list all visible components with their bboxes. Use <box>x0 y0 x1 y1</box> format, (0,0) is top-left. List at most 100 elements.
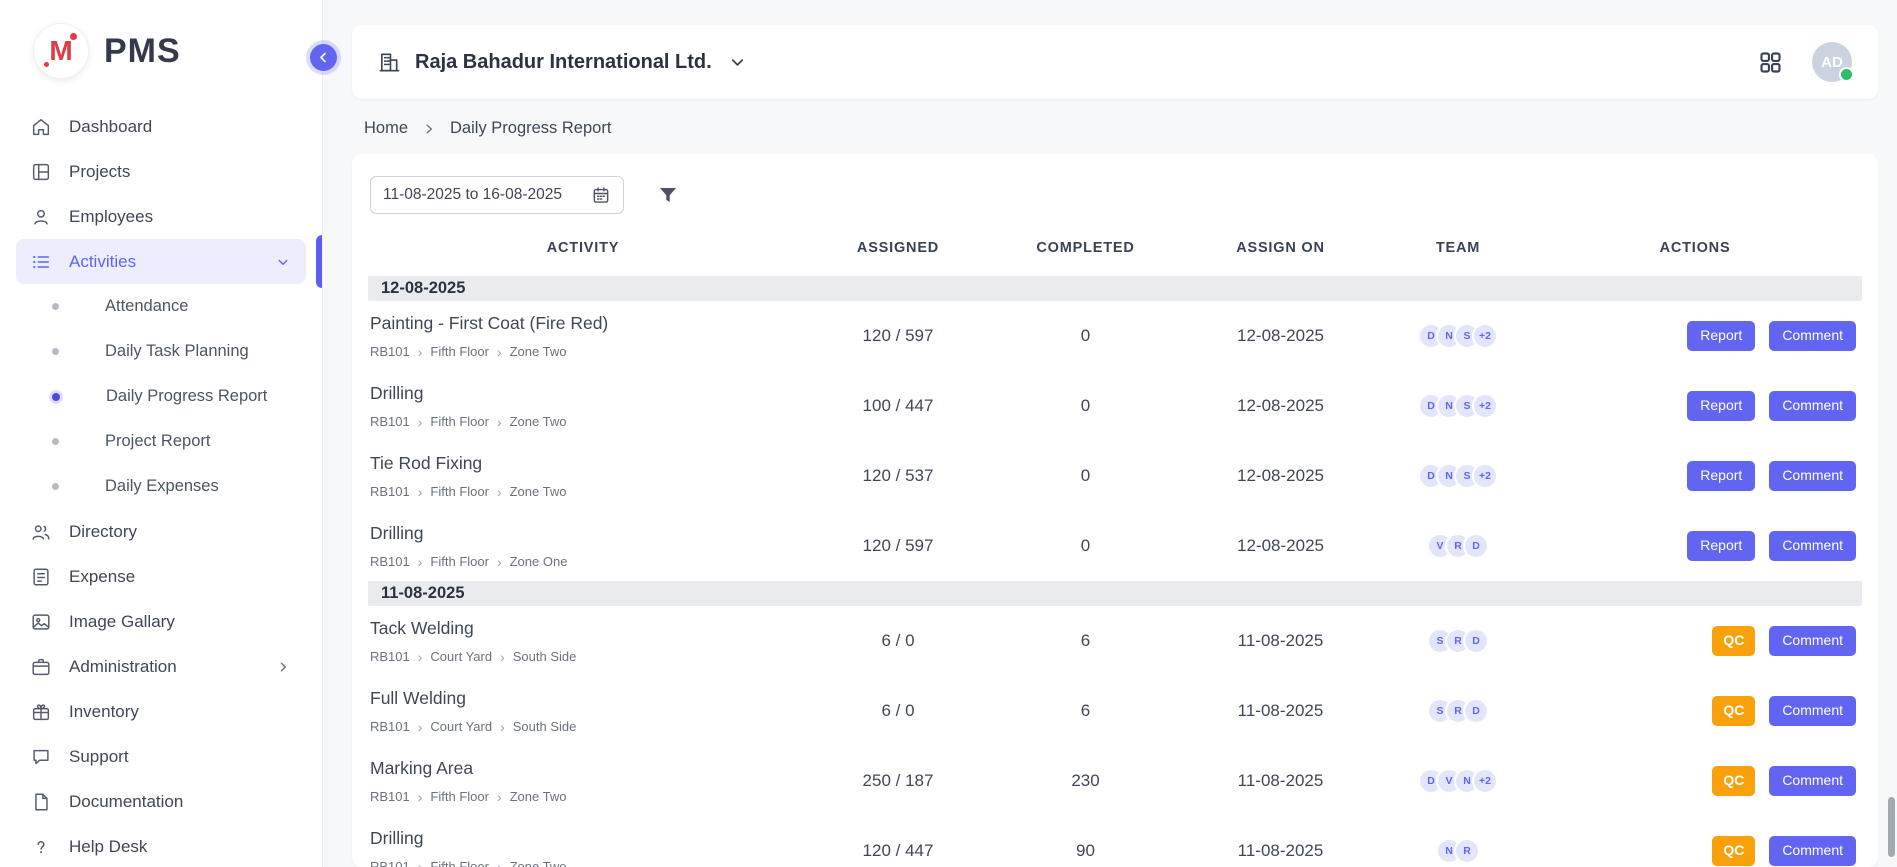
activity-cell: DrillingRB101›Fifth Floor›Zone Two <box>368 828 798 867</box>
gallery-icon <box>30 611 52 633</box>
row-actions: Report Comment <box>1528 321 1862 350</box>
assign-on-value: 12-08-2025 <box>1173 396 1388 416</box>
scrollbar[interactable] <box>1888 797 1895 857</box>
report-button[interactable]: Report <box>1687 321 1755 350</box>
date-range-value: 11-08-2025 to 16-08-2025 <box>383 186 562 204</box>
sidebar-subitem-daily-task-planning[interactable]: Daily Task Planning <box>16 329 306 374</box>
apps-grid-button[interactable] <box>1757 49 1784 76</box>
sidebar-item-inventory[interactable]: Inventory <box>16 689 306 734</box>
sidebar-item-directory[interactable]: Directory <box>16 509 306 554</box>
report-button[interactable]: Report <box>1687 391 1755 420</box>
comment-button[interactable]: Comment <box>1769 626 1856 655</box>
activity-title: Drilling <box>370 523 798 544</box>
row-actions: Report Comment <box>1528 391 1862 420</box>
path-segment: Zone Two <box>510 414 567 429</box>
team-avatars: SRD <box>1388 628 1528 654</box>
table-row: Painting - First Coat (Fire Red)RB101›Fi… <box>368 301 1862 371</box>
column-header-actions: ACTIONS <box>1528 240 1862 256</box>
activity-title: Marking Area <box>370 758 798 779</box>
completed-value: 0 <box>998 396 1173 416</box>
filter-icon <box>656 183 680 207</box>
sidebar-item-dashboard[interactable]: Dashboard <box>16 104 306 149</box>
sidebar-item-documentation[interactable]: Documentation <box>16 779 306 824</box>
logo-icon: M <box>34 24 88 78</box>
comment-button[interactable]: Comment <box>1769 696 1856 725</box>
sidebar-item-administration[interactable]: Administration <box>16 644 306 689</box>
team-avatars: NR <box>1388 838 1528 864</box>
sidebar-item-support[interactable]: Support <box>16 734 306 779</box>
date-range-input[interactable]: 11-08-2025 to 16-08-2025 <box>370 176 624 214</box>
report-button[interactable]: Report <box>1687 461 1755 490</box>
sidebar-item-label: Projects <box>69 162 130 182</box>
path-segment: RB101 <box>370 859 410 867</box>
comment-button[interactable]: Comment <box>1769 531 1856 560</box>
sidebar-subitem-daily-progress-report[interactable]: Daily Progress Report <box>16 374 306 419</box>
sidebar-item-expense[interactable]: Expense <box>16 554 306 599</box>
path-segment: Fifth Floor <box>430 484 489 499</box>
team-more-badge[interactable]: +2 <box>1472 463 1498 489</box>
administration-icon <box>30 656 52 678</box>
team-avatars: DVN+2 <box>1388 768 1528 794</box>
bullet-icon <box>52 438 59 445</box>
assigned-value: 120 / 597 <box>798 536 998 556</box>
report-button[interactable]: Report <box>1687 531 1755 560</box>
team-avatar[interactable]: D <box>1463 628 1489 654</box>
sidebar-item-label: Dashboard <box>69 117 152 137</box>
row-actions: Report Comment <box>1528 531 1862 560</box>
row-actions: QC Comment <box>1528 836 1862 865</box>
sidebar-subitem-daily-expenses[interactable]: Daily Expenses <box>16 464 306 509</box>
chevron-right-icon: › <box>418 720 423 734</box>
assigned-value: 250 / 187 <box>798 771 998 791</box>
path-segment: RB101 <box>370 554 410 569</box>
date-group-header: 12-08-2025 <box>368 276 1862 301</box>
sidebar-item-label: Activities <box>69 252 136 272</box>
completed-value: 6 <box>998 631 1173 651</box>
path-segment: Zone Two <box>510 344 567 359</box>
sidebar-item-help-desk[interactable]: Help Desk <box>16 824 306 867</box>
comment-button[interactable]: Comment <box>1769 766 1856 795</box>
column-header-completed: COMPLETED <box>998 240 1173 256</box>
activity-path: RB101›Court Yard›South Side <box>370 719 798 734</box>
calendar-icon <box>591 185 611 205</box>
qc-button[interactable]: QC <box>1712 696 1755 725</box>
breadcrumb-home[interactable]: Home <box>364 119 408 138</box>
column-header-team: TEAM <box>1388 240 1528 256</box>
sidebar-item-employees[interactable]: Employees <box>16 194 306 239</box>
team-more-badge[interactable]: +2 <box>1472 768 1498 794</box>
team-more-badge[interactable]: +2 <box>1472 323 1498 349</box>
sidebar-item-activities[interactable]: Activities <box>16 239 306 284</box>
qc-button[interactable]: QC <box>1712 626 1755 655</box>
content-card: 11-08-2025 to 16-08-2025 ACTIVITYASSIGNE… <box>352 154 1878 867</box>
sidebar-subitem-attendance[interactable]: Attendance <box>16 284 306 329</box>
assign-on-value: 11-08-2025 <box>1173 841 1388 861</box>
comment-button[interactable]: Comment <box>1769 836 1856 865</box>
comment-button[interactable]: Comment <box>1769 321 1856 350</box>
sidebar-item-label: Employees <box>69 207 153 227</box>
sidebar-collapse-button[interactable] <box>310 44 337 71</box>
user-avatar[interactable]: AD <box>1812 42 1852 82</box>
chevron-right-icon: › <box>500 720 505 734</box>
team-avatar[interactable]: D <box>1463 698 1489 724</box>
comment-button[interactable]: Comment <box>1769 391 1856 420</box>
sidebar-subitem-project-report[interactable]: Project Report <box>16 419 306 464</box>
table-row: DrillingRB101›Fifth Floor›Zone One120 / … <box>368 511 1862 581</box>
qc-button[interactable]: QC <box>1712 766 1755 795</box>
sidebar-item-image-gallary[interactable]: Image Gallary <box>16 599 306 644</box>
company-selector[interactable]: Raja Bahadur International Ltd. <box>378 51 747 74</box>
filter-button[interactable] <box>656 183 680 207</box>
sidebar-subitem-label: Project Report <box>105 432 210 451</box>
activity-title: Full Welding <box>370 688 798 709</box>
assign-on-value: 12-08-2025 <box>1173 466 1388 486</box>
company-name: Raja Bahadur International Ltd. <box>415 51 712 74</box>
activity-cell: Tack WeldingRB101›Court Yard›South Side <box>368 618 798 664</box>
path-segment: Zone Two <box>510 789 567 804</box>
team-avatar[interactable]: R <box>1454 838 1480 864</box>
app-logo[interactable]: M PMS <box>0 8 322 92</box>
activity-title: Tie Rod Fixing <box>370 453 798 474</box>
comment-button[interactable]: Comment <box>1769 461 1856 490</box>
team-avatar[interactable]: D <box>1463 533 1489 559</box>
team-more-badge[interactable]: +2 <box>1472 393 1498 419</box>
activity-cell: Painting - First Coat (Fire Red)RB101›Fi… <box>368 313 798 359</box>
qc-button[interactable]: QC <box>1712 836 1755 865</box>
sidebar-item-projects[interactable]: Projects <box>16 149 306 194</box>
